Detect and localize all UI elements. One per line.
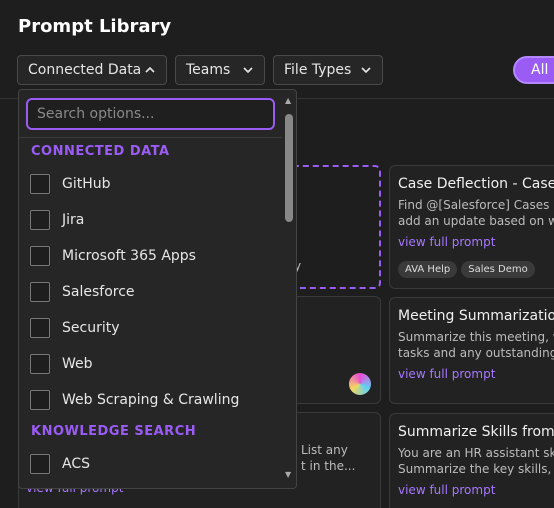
option-label: Web Scraping & Crawling [62, 392, 240, 408]
connected-data-filter-label: Connected Data [28, 62, 142, 78]
group-header-knowledge-search: KNOWLEDGE SEARCH [31, 424, 197, 439]
chevron-down-icon [243, 67, 253, 74]
checkbox[interactable] [30, 174, 50, 194]
checkbox[interactable] [30, 210, 50, 230]
card-title: Meeting Summarization [398, 308, 554, 324]
option-label: ACS [62, 456, 90, 472]
card-partial-text: t in the... [301, 459, 356, 473]
option-security[interactable]: Security [30, 318, 120, 338]
option-label: Security [62, 320, 120, 336]
card-description: add an update based on wh [398, 214, 554, 228]
prompt-card-case-deflection[interactable]: Case Deflection - Case R Find @[Salesfor… [389, 165, 554, 289]
view-full-prompt-link[interactable]: view full prompt [398, 483, 554, 497]
option-acs[interactable]: ACS [30, 454, 90, 474]
prompt-card-meeting-summarization[interactable]: Meeting Summarization Summarize this mee… [389, 297, 554, 404]
option-label: GitHub [62, 176, 111, 192]
group-header-connected-data: CONNECTED DATA [31, 144, 170, 159]
option-microsoft-365-apps[interactable]: Microsoft 365 Apps [30, 246, 196, 266]
teams-filter[interactable]: Teams [175, 55, 265, 85]
option-label: Jira [62, 212, 85, 228]
connected-data-filter[interactable]: Connected Data [17, 55, 167, 85]
file-types-filter-label: File Types [284, 62, 352, 78]
scroll-down-arrow-icon[interactable]: ▼ [285, 470, 291, 479]
card-title: Summarize Skills from R [398, 424, 554, 440]
option-salesforce[interactable]: Salesforce [30, 282, 135, 302]
checkbox[interactable] [30, 318, 50, 338]
file-types-filter[interactable]: File Types [273, 55, 383, 85]
card-description: tasks and any outstanding f [398, 346, 554, 360]
option-label: Microsoft 365 Apps [62, 248, 196, 264]
option-label: Web [62, 356, 93, 372]
scroll-up-arrow-icon[interactable]: ▲ [285, 96, 291, 105]
checkbox[interactable] [30, 390, 50, 410]
view-full-prompt-link[interactable]: view full prompt [398, 235, 554, 249]
card-description: Summarize this meeting, wi [398, 330, 554, 344]
tag[interactable]: Sales Demo [461, 261, 535, 278]
tag[interactable]: AVA Help [398, 261, 458, 278]
card-title: Case Deflection - Case R [398, 176, 554, 192]
card-description: You are an HR assistant skill [398, 446, 554, 460]
view-full-prompt-link[interactable]: view full prompt [398, 367, 554, 381]
search-options-input[interactable] [26, 98, 275, 130]
avatar [349, 373, 371, 395]
chevron-down-icon [361, 67, 371, 74]
card-description: Find @[Salesforce] Cases ma [398, 198, 554, 212]
divider [19, 137, 282, 138]
dropdown-scrollbar[interactable]: ▲ ▼ [282, 90, 296, 488]
checkbox[interactable] [30, 246, 50, 266]
prompt-card-summarize-skills[interactable]: Summarize Skills from R You are an HR as… [389, 413, 554, 508]
option-web[interactable]: Web [30, 354, 93, 374]
checkbox[interactable] [30, 454, 50, 474]
checkbox[interactable] [30, 354, 50, 374]
teams-filter-label: Teams [186, 62, 231, 78]
option-web-scraping-crawling[interactable]: Web Scraping & Crawling [30, 390, 239, 410]
option-jira[interactable]: Jira [30, 210, 84, 230]
card-description: Summarize the key skills, ce [398, 462, 554, 476]
card-partial-text: List any [301, 443, 348, 457]
checkbox[interactable] [30, 282, 50, 302]
option-github[interactable]: GitHub [30, 174, 111, 194]
page-title: Prompt Library [18, 16, 172, 37]
scrollbar-thumb[interactable] [285, 114, 293, 222]
all-filter-pill[interactable]: All [513, 56, 554, 84]
connected-data-dropdown: CONNECTED DATA GitHub Jira Microsoft 365… [18, 89, 297, 489]
option-label: Salesforce [62, 284, 135, 300]
chevron-up-icon [145, 66, 155, 73]
tag-list: AVA Help Sales Demo [398, 257, 554, 278]
